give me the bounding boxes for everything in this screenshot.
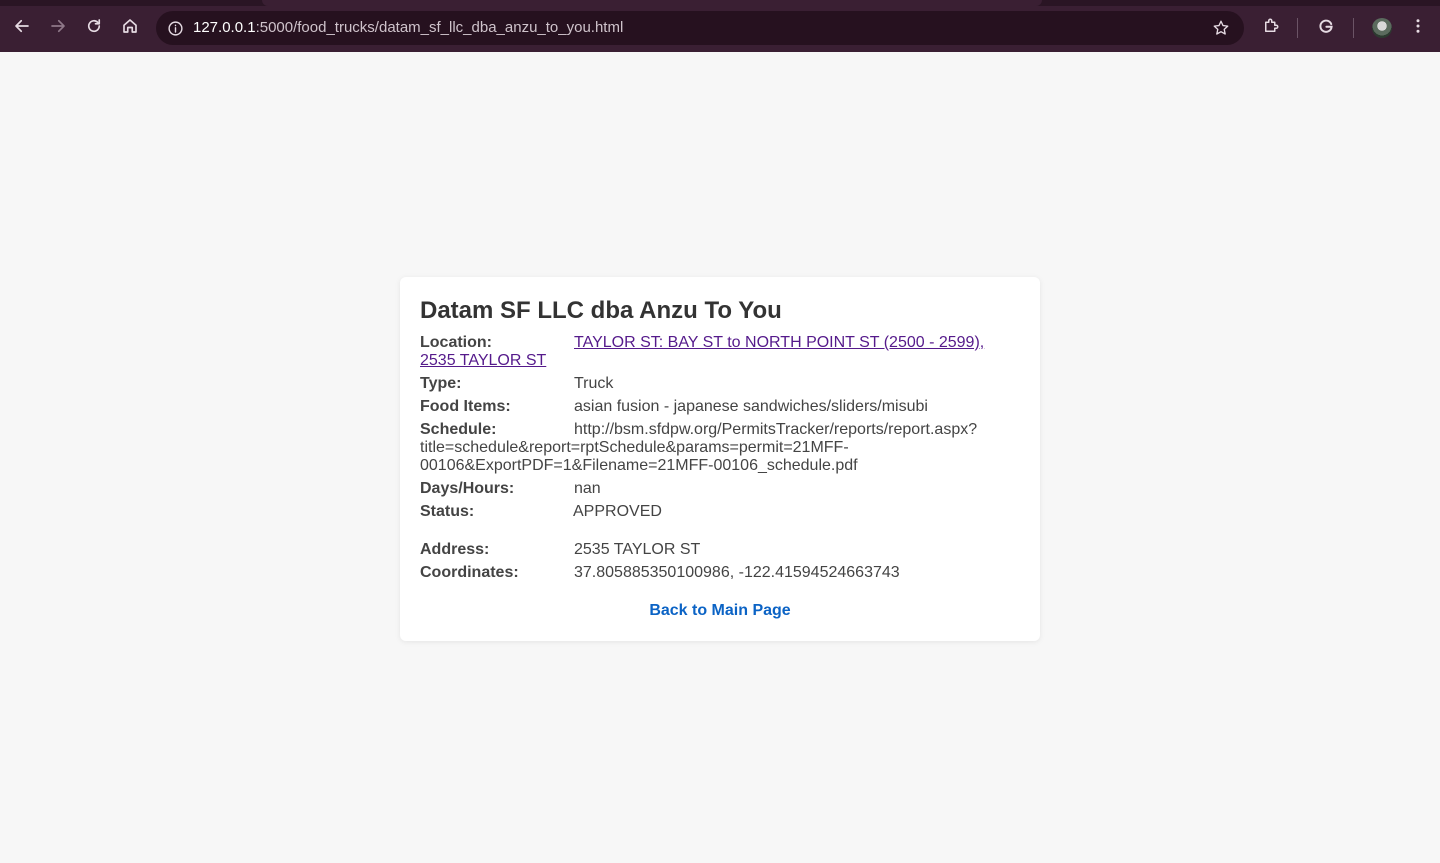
toolbar-separator bbox=[1353, 18, 1354, 38]
toolbar-separator bbox=[1297, 18, 1298, 38]
page-title: Datam SF LLC dba Anzu To You bbox=[420, 297, 782, 324]
status-label: Status: bbox=[420, 503, 475, 520]
truck-detail-card: Datam SF LLC dba Anzu To You Location: TA… bbox=[400, 277, 1040, 641]
kebab-menu-icon[interactable] bbox=[1404, 12, 1432, 40]
address-row: Address: 2535 TAYLOR ST bbox=[420, 541, 1010, 559]
address-label: Address: bbox=[420, 541, 490, 558]
avatar[interactable] bbox=[1372, 18, 1392, 38]
schedule-value-line2: title=schedule&report=rptSchedule&params… bbox=[420, 439, 849, 456]
status-value: APPROVED bbox=[573, 503, 662, 520]
days-hours-row: Days/Hours: nan bbox=[420, 480, 1010, 498]
info-icon[interactable] bbox=[166, 19, 184, 37]
address-bar[interactable]: 127.0.0.1:5000/food_trucks/datam_sf_llc_… bbox=[156, 11, 1244, 45]
active-tab[interactable] bbox=[262, 0, 1042, 6]
forward-arrow-icon[interactable] bbox=[44, 12, 72, 40]
type-label: Type: bbox=[420, 375, 462, 392]
google-icon[interactable] bbox=[1312, 12, 1340, 40]
url-text[interactable]: 127.0.0.1:5000/food_trucks/datam_sf_llc_… bbox=[193, 19, 623, 36]
food-items-row: Food Items: asian fusion - japanese sandw… bbox=[420, 398, 1010, 416]
status-row: Status: APPROVED bbox=[420, 503, 1010, 521]
address-value: 2535 TAYLOR ST bbox=[574, 541, 701, 558]
type-value: Truck bbox=[574, 375, 614, 392]
days-hours-value: nan bbox=[574, 480, 601, 497]
url-path: :5000/food_trucks/datam_sf_llc_dba_anzu_… bbox=[255, 19, 624, 36]
type-row: Type: Truck bbox=[420, 375, 1010, 393]
star-icon[interactable] bbox=[1212, 19, 1230, 37]
days-hours-label: Days/Hours: bbox=[420, 480, 515, 497]
browser-toolbar: 127.0.0.1:5000/food_trucks/datam_sf_llc_… bbox=[0, 0, 1440, 52]
schedule-value-line1: http://bsm.sfdpw.org/PermitsTracker/repo… bbox=[574, 421, 978, 438]
reload-icon[interactable] bbox=[80, 12, 108, 40]
extensions-icon[interactable] bbox=[1257, 12, 1285, 40]
food-items-label: Food Items: bbox=[420, 398, 511, 415]
schedule-row: Schedule: http://bsm.sfdpw.org/PermitsTra… bbox=[420, 421, 1010, 475]
schedule-value-line3: 00106&ExportPDF=1&Filename=21MFF-00106_s… bbox=[420, 457, 858, 474]
url-host: 127.0.0.1 bbox=[193, 19, 256, 36]
coordinates-row: Coordinates: 37.805885350100986, -122.415… bbox=[420, 564, 1010, 582]
back-to-main-link[interactable]: Back to Main Page bbox=[400, 602, 1040, 620]
location-link-line1: TAYLOR ST: BAY ST to NORTH POINT ST (250… bbox=[574, 334, 985, 351]
food-items-value: asian fusion - japanese sandwiches/slide… bbox=[574, 398, 928, 415]
schedule-label: Schedule: bbox=[420, 421, 497, 438]
coordinates-label: Coordinates: bbox=[420, 564, 519, 581]
coordinates-value: 37.805885350100986, -122.41594524663743 bbox=[574, 564, 900, 581]
location-label: Location: bbox=[420, 334, 492, 351]
home-icon[interactable] bbox=[116, 12, 144, 40]
location-link-line2: 2535 TAYLOR ST bbox=[420, 352, 547, 369]
location-row: Location: TAYLOR ST: BAY ST to NORTH POIN… bbox=[420, 334, 1010, 370]
back-arrow-icon[interactable] bbox=[8, 12, 36, 40]
